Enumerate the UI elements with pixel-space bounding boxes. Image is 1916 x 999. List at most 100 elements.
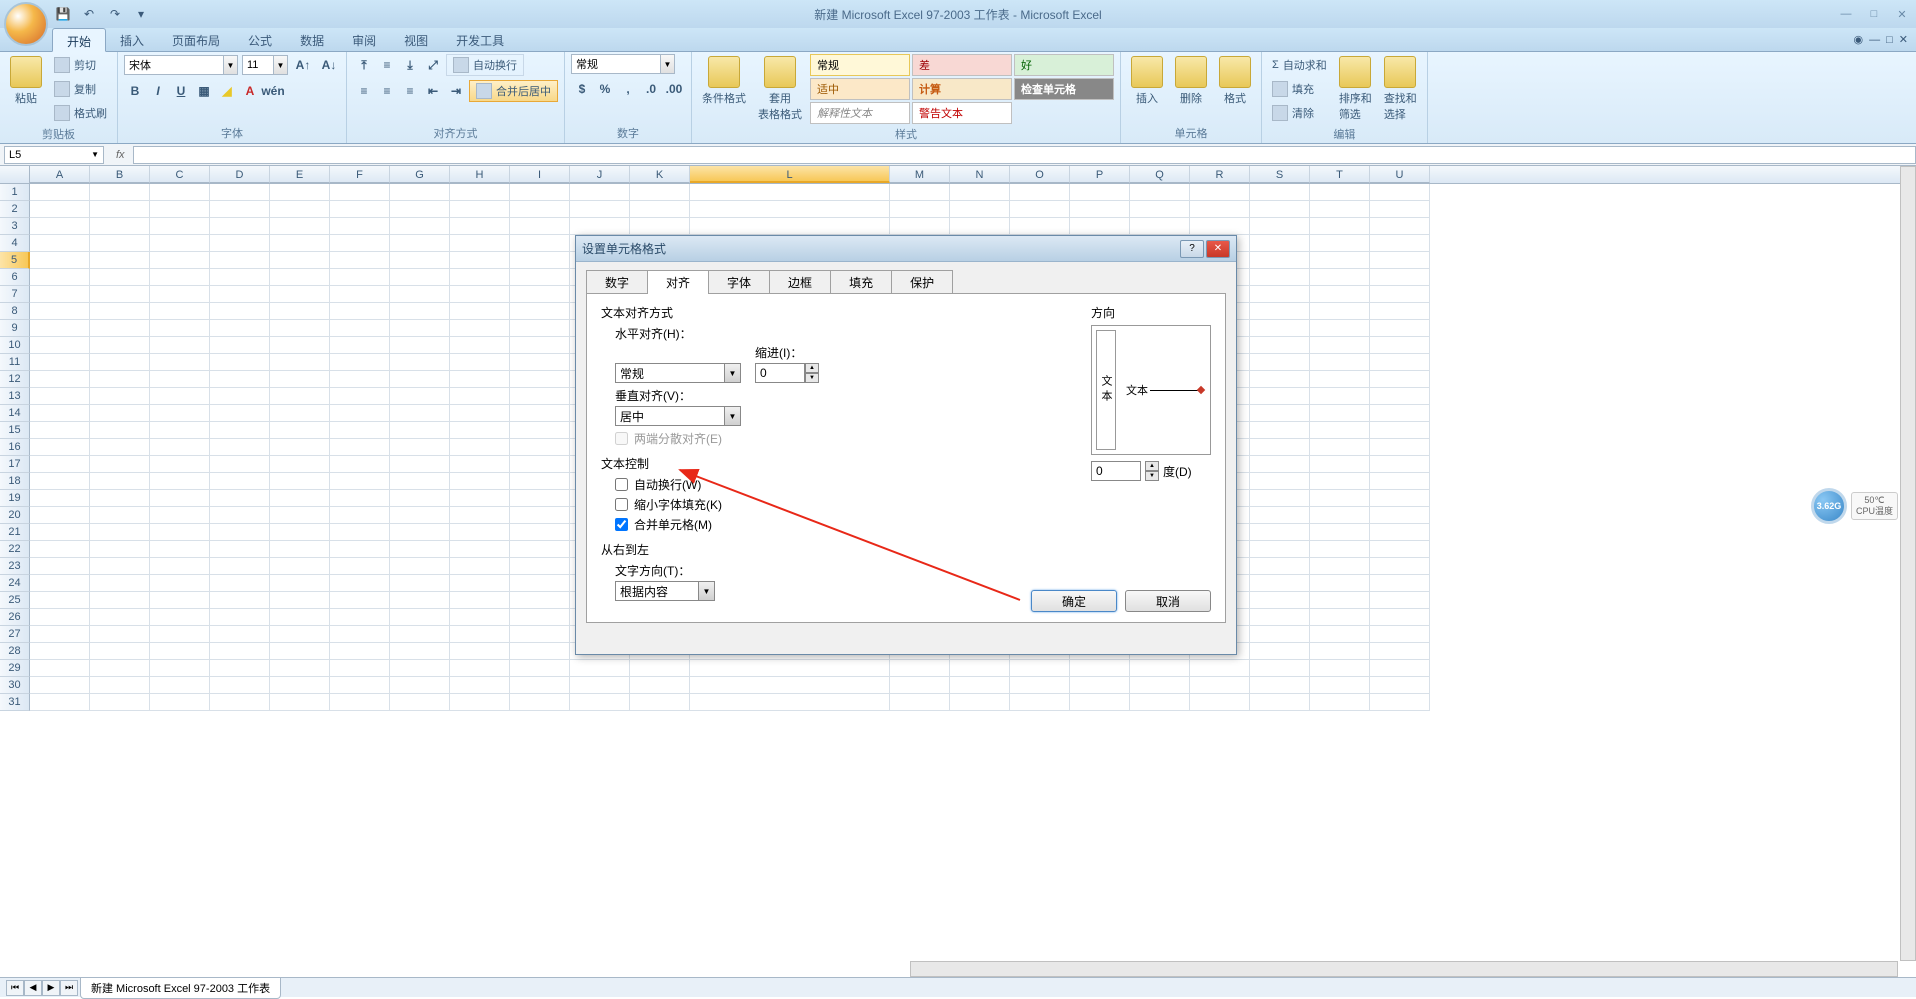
cell[interactable] bbox=[1250, 507, 1310, 524]
fx-icon[interactable]: fx bbox=[108, 149, 133, 161]
dialog-close-button[interactable]: ✕ bbox=[1206, 240, 1230, 258]
cell[interactable] bbox=[330, 660, 390, 677]
col-header[interactable]: K bbox=[630, 166, 690, 183]
row-header[interactable]: 5 bbox=[0, 252, 30, 269]
cell[interactable] bbox=[390, 252, 450, 269]
cell[interactable] bbox=[450, 201, 510, 218]
cell[interactable] bbox=[90, 439, 150, 456]
cell[interactable] bbox=[270, 507, 330, 524]
cell[interactable] bbox=[90, 184, 150, 201]
cell[interactable] bbox=[1010, 694, 1070, 711]
cell[interactable] bbox=[210, 609, 270, 626]
cell[interactable] bbox=[1310, 439, 1370, 456]
cell[interactable] bbox=[1250, 201, 1310, 218]
row-header[interactable]: 25 bbox=[0, 592, 30, 609]
cell[interactable] bbox=[90, 524, 150, 541]
horizontal-scrollbar[interactable] bbox=[910, 961, 1898, 977]
cell[interactable] bbox=[30, 269, 90, 286]
cell[interactable] bbox=[1310, 643, 1370, 660]
cell[interactable] bbox=[390, 269, 450, 286]
cell[interactable] bbox=[1250, 456, 1310, 473]
cell[interactable] bbox=[1070, 660, 1130, 677]
increase-font-icon[interactable]: A↑ bbox=[292, 54, 314, 76]
cell[interactable] bbox=[390, 286, 450, 303]
ribbon-tab-视图[interactable]: 视图 bbox=[390, 28, 442, 51]
cell[interactable] bbox=[510, 524, 570, 541]
cell[interactable] bbox=[330, 405, 390, 422]
cell[interactable] bbox=[510, 320, 570, 337]
merge-center-button[interactable]: 合并后居中 bbox=[469, 80, 558, 102]
cell[interactable] bbox=[450, 558, 510, 575]
cell[interactable] bbox=[1310, 490, 1370, 507]
cell[interactable] bbox=[450, 694, 510, 711]
cell[interactable] bbox=[90, 541, 150, 558]
cell[interactable] bbox=[450, 337, 510, 354]
cell[interactable] bbox=[270, 541, 330, 558]
cell[interactable] bbox=[210, 286, 270, 303]
cell[interactable] bbox=[510, 609, 570, 626]
cell[interactable] bbox=[1310, 456, 1370, 473]
cell[interactable] bbox=[450, 320, 510, 337]
chevron-down-icon[interactable]: ▼ bbox=[224, 55, 238, 75]
col-header[interactable]: P bbox=[1070, 166, 1130, 183]
align-center-icon[interactable]: ≡ bbox=[376, 80, 398, 102]
cell[interactable] bbox=[390, 473, 450, 490]
row-header[interactable]: 26 bbox=[0, 609, 30, 626]
cell[interactable] bbox=[1250, 218, 1310, 235]
col-header[interactable]: E bbox=[270, 166, 330, 183]
cell[interactable] bbox=[330, 473, 390, 490]
indent-input[interactable] bbox=[755, 363, 805, 383]
cell[interactable] bbox=[270, 235, 330, 252]
cell[interactable] bbox=[270, 643, 330, 660]
cell[interactable] bbox=[270, 609, 330, 626]
cell[interactable] bbox=[270, 184, 330, 201]
cell[interactable] bbox=[1310, 218, 1370, 235]
cell[interactable] bbox=[570, 184, 630, 201]
help-icon[interactable]: ◉ bbox=[1854, 33, 1864, 46]
cell-styles-gallery[interactable]: 常规差好适中计算检查单元格解释性文本警告文本 bbox=[810, 54, 1114, 124]
cell[interactable] bbox=[1250, 694, 1310, 711]
cell[interactable] bbox=[1370, 524, 1430, 541]
row-header[interactable]: 30 bbox=[0, 677, 30, 694]
cell[interactable] bbox=[150, 422, 210, 439]
cell[interactable] bbox=[210, 184, 270, 201]
cell[interactable] bbox=[150, 286, 210, 303]
cell[interactable] bbox=[90, 286, 150, 303]
cell[interactable] bbox=[1370, 694, 1430, 711]
cell[interactable] bbox=[510, 184, 570, 201]
table-format-button[interactable]: 套用 表格格式 bbox=[754, 54, 806, 124]
style-item[interactable]: 常规 bbox=[810, 54, 910, 76]
col-header[interactable]: F bbox=[330, 166, 390, 183]
cell[interactable] bbox=[330, 371, 390, 388]
increase-indent-icon[interactable]: ⇥ bbox=[445, 80, 467, 102]
cell[interactable] bbox=[1310, 524, 1370, 541]
cell[interactable] bbox=[390, 524, 450, 541]
cell[interactable] bbox=[1310, 694, 1370, 711]
cell[interactable] bbox=[30, 184, 90, 201]
col-header[interactable]: Q bbox=[1130, 166, 1190, 183]
cell[interactable] bbox=[450, 439, 510, 456]
ribbon-tab-页面布局[interactable]: 页面布局 bbox=[158, 28, 234, 51]
cell[interactable] bbox=[1250, 524, 1310, 541]
cell[interactable] bbox=[90, 456, 150, 473]
orient-vertical-text[interactable]: 文本 bbox=[1096, 330, 1116, 450]
col-header[interactable]: O bbox=[1010, 166, 1070, 183]
cell[interactable] bbox=[330, 269, 390, 286]
cell[interactable] bbox=[150, 643, 210, 660]
cell[interactable] bbox=[210, 524, 270, 541]
cell[interactable] bbox=[1250, 558, 1310, 575]
cell[interactable] bbox=[210, 643, 270, 660]
cell[interactable] bbox=[270, 269, 330, 286]
cell[interactable] bbox=[210, 371, 270, 388]
cell[interactable] bbox=[330, 286, 390, 303]
col-header[interactable]: J bbox=[570, 166, 630, 183]
cell[interactable] bbox=[390, 422, 450, 439]
cell[interactable] bbox=[150, 388, 210, 405]
cell[interactable] bbox=[450, 456, 510, 473]
cell[interactable] bbox=[270, 201, 330, 218]
cell[interactable] bbox=[950, 218, 1010, 235]
cell[interactable] bbox=[1010, 184, 1070, 201]
cell[interactable] bbox=[150, 218, 210, 235]
ribbon-minimize-icon[interactable]: — bbox=[1869, 34, 1880, 46]
cell[interactable] bbox=[450, 235, 510, 252]
